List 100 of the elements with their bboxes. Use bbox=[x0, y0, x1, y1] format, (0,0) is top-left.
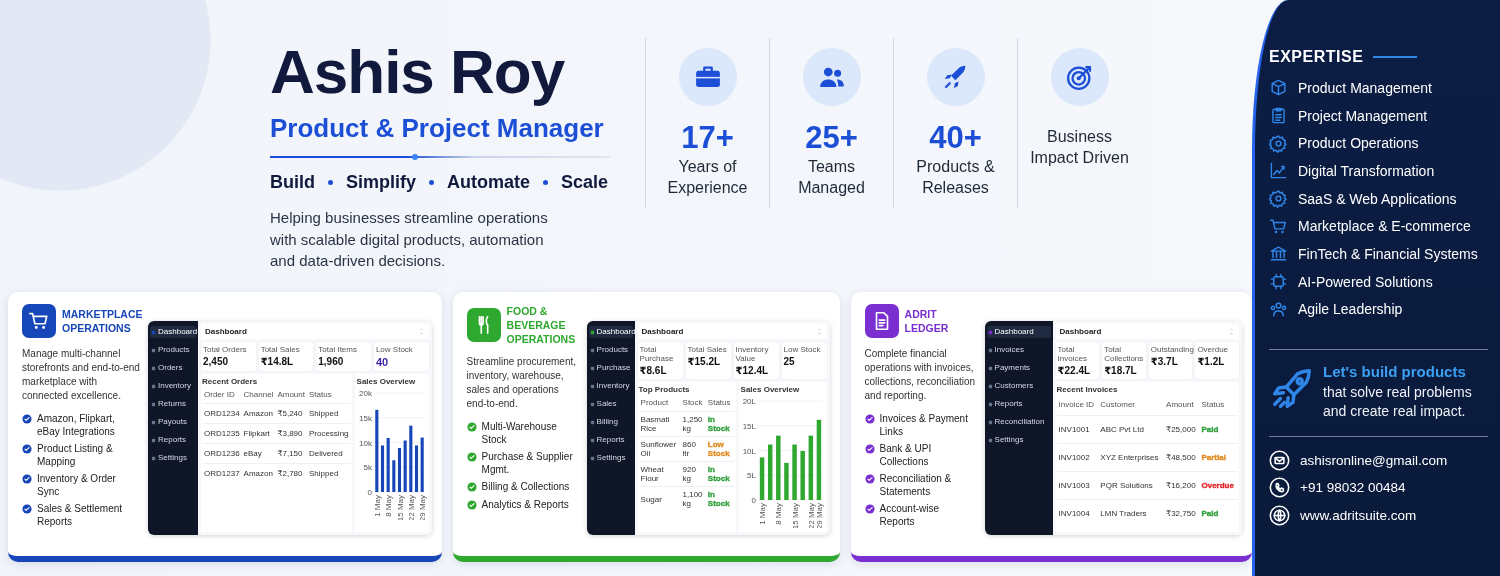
chart-bar bbox=[800, 451, 805, 500]
expertise-item: AI-Powered Solutions bbox=[1298, 273, 1433, 290]
table-cell: ₹5,240 bbox=[277, 409, 303, 418]
axis-label: 15 May bbox=[790, 503, 800, 528]
table-cell: ₹3,890 bbox=[277, 429, 303, 438]
sort-icon bbox=[1228, 328, 1235, 335]
axis-label: 0 bbox=[751, 496, 756, 505]
stat-value: ₹15.2L bbox=[687, 356, 722, 367]
nav-item[interactable]: Dashboard bbox=[588, 326, 633, 338]
nav-item[interactable]: Settings bbox=[588, 452, 633, 464]
card-title: MARKETPLACE OPERATIONS bbox=[62, 307, 140, 335]
stat-value: 2,450 bbox=[203, 356, 230, 367]
table-cell: Shipped bbox=[308, 469, 339, 478]
nav-item[interactable]: Reports bbox=[150, 434, 196, 446]
stat-value: ₹1.2L bbox=[1197, 356, 1226, 367]
table-cell: Processing bbox=[308, 429, 349, 438]
table-cell: 860 ltr bbox=[682, 440, 696, 458]
column-header: Channel bbox=[241, 388, 276, 404]
nav-item[interactable]: Purchase bbox=[588, 362, 633, 374]
axis-label: 1 May bbox=[757, 503, 767, 525]
check-icon bbox=[22, 444, 32, 454]
column-header: Invoice ID bbox=[1056, 396, 1099, 416]
chart-icon bbox=[1269, 161, 1288, 181]
nav-item[interactable]: Products bbox=[588, 344, 633, 356]
check-icon bbox=[864, 444, 875, 454]
nav-item[interactable]: Billing bbox=[588, 416, 633, 428]
feature-text: Product Listing & Mapping bbox=[37, 443, 114, 468]
nav-item[interactable]: Customers bbox=[986, 380, 1051, 392]
stat-value: 40 bbox=[375, 356, 390, 368]
column-header: Product bbox=[638, 396, 681, 412]
axis-label: 10L bbox=[742, 446, 756, 456]
table-cell: PQR Solutions bbox=[1100, 481, 1153, 490]
table-cell: Amazon bbox=[243, 409, 273, 418]
call-to-action-text: Let's build products that solve real problems and create real impact. bbox=[1323, 362, 1473, 422]
mail-icon bbox=[1269, 449, 1290, 471]
heading-rule bbox=[1373, 56, 1418, 58]
chart-bar bbox=[791, 444, 797, 500]
table-cell: ₹2,780 bbox=[277, 469, 303, 478]
table-cell: INV1003 bbox=[1058, 481, 1090, 490]
dashboard-title: Dashboard bbox=[1059, 327, 1102, 336]
pillar-word: Scale bbox=[561, 172, 609, 193]
gear-icon bbox=[1269, 189, 1288, 209]
table-cell: LMN Traders bbox=[1100, 509, 1147, 518]
expertise-item: Product Management bbox=[1298, 79, 1432, 96]
nav-item[interactable]: Reconciliation bbox=[986, 416, 1051, 428]
nav-item[interactable]: Inventory bbox=[150, 380, 196, 392]
stat-label: Low Stock bbox=[783, 345, 822, 354]
status-text: Paid bbox=[1201, 425, 1219, 434]
nav-item[interactable]: Dashboard bbox=[986, 326, 1051, 338]
stat-label: Total Sales bbox=[260, 345, 301, 354]
stat-value: ₹22.4L bbox=[1057, 365, 1092, 376]
nav-item[interactable]: Payments bbox=[986, 362, 1051, 374]
expertise-item: Project Management bbox=[1298, 107, 1428, 124]
section-heading: EXPERTISE bbox=[1269, 48, 1364, 66]
cart-icon bbox=[1269, 216, 1288, 236]
table-cell: INV1001 bbox=[1058, 425, 1090, 434]
stat-label: Total Purchase bbox=[639, 345, 675, 363]
axis-label: 8 May bbox=[383, 495, 393, 517]
nav-item[interactable]: Invoices bbox=[986, 344, 1051, 356]
chart-title: Sales Overview bbox=[356, 377, 417, 386]
nav-item[interactable]: Products bbox=[150, 344, 196, 356]
website-link[interactable]: www.adritsuite.com bbox=[1300, 507, 1417, 523]
stat-label: Products & Releases bbox=[915, 157, 996, 198]
nav-item[interactable]: Sales bbox=[588, 398, 633, 410]
expertise-item: Digital Transformation bbox=[1298, 162, 1435, 179]
bullet-dot bbox=[429, 180, 434, 185]
feature-text: Billing & Collections bbox=[481, 481, 570, 494]
table-cell: INV1002 bbox=[1058, 453, 1090, 462]
summary-text: Helping businesses streamline operations with scalable digital products, automation and data-driven decisions. bbox=[270, 208, 549, 271]
nav-item[interactable]: Returns bbox=[150, 398, 196, 410]
feature-text: Reconciliation & Statements bbox=[879, 473, 953, 498]
nav-item[interactable]: Reports bbox=[588, 434, 633, 446]
stat-label: Years of Experience bbox=[666, 157, 749, 198]
gear-icon bbox=[1269, 133, 1288, 153]
clipboard-icon bbox=[1269, 106, 1288, 126]
axis-label: 22 May bbox=[806, 503, 816, 528]
chart-bar bbox=[783, 462, 789, 500]
axis-label: 5L bbox=[746, 471, 756, 481]
nav-item[interactable]: Payouts bbox=[150, 416, 196, 428]
stat-value: ₹8.6L bbox=[639, 365, 668, 376]
check-icon bbox=[22, 474, 32, 484]
bank-icon bbox=[1269, 244, 1288, 264]
status-text: Paid bbox=[1201, 509, 1219, 518]
nav-item[interactable]: Reports bbox=[986, 398, 1051, 410]
nav-item[interactable]: Settings bbox=[986, 434, 1051, 446]
status-text: In Stock bbox=[707, 490, 730, 508]
stat-label: Inventory Value bbox=[735, 345, 770, 363]
stat-value: 25 bbox=[783, 356, 796, 367]
axis-label: 15 May bbox=[395, 495, 405, 520]
check-icon bbox=[22, 414, 32, 424]
stat-label: Overdue bbox=[1197, 345, 1230, 354]
person-name: Ashis Roy bbox=[270, 38, 566, 106]
expertise-item: FinTech & Financial Systems bbox=[1298, 245, 1478, 262]
nav-item[interactable]: Settings bbox=[150, 452, 196, 464]
nav-item[interactable]: Dashboard bbox=[150, 326, 196, 338]
nav-item[interactable]: Orders bbox=[150, 362, 196, 374]
check-icon bbox=[466, 422, 477, 432]
email-link[interactable]: ashisronline@gmail.com bbox=[1300, 452, 1448, 468]
nav-item[interactable]: Inventory bbox=[588, 380, 633, 392]
stat-label: Low Stock bbox=[375, 345, 414, 354]
